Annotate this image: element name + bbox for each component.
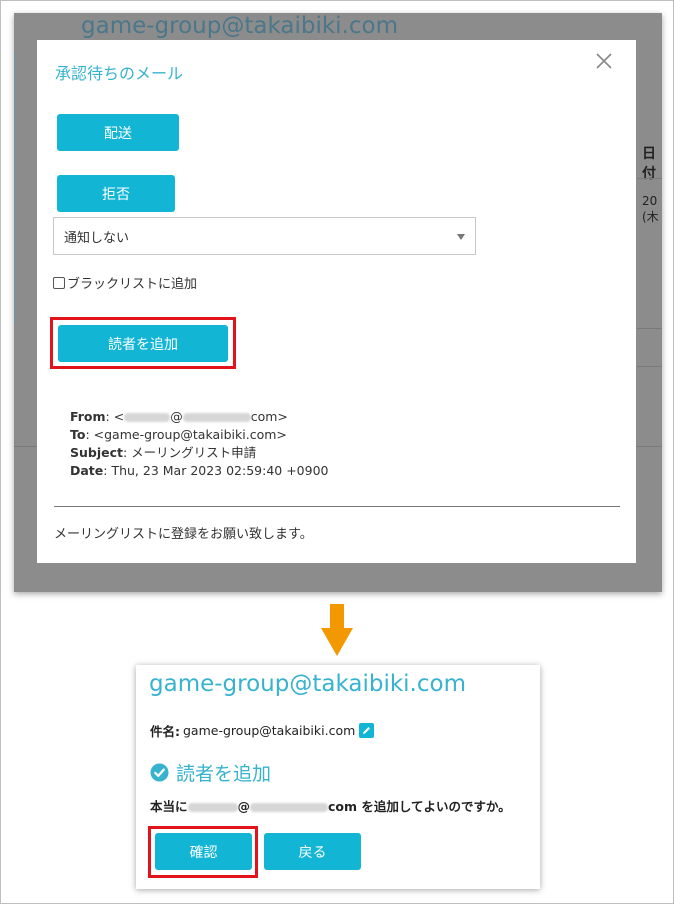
pending-mail-modal: 承認待ちのメール 配送 拒否 通知しない ブラックリストに追加 読者を追加 Fr… <box>37 40 636 563</box>
background-row-divider <box>14 446 37 447</box>
modal-title: 承認待ちのメール <box>55 64 184 83</box>
blacklist-checkbox[interactable] <box>53 276 65 289</box>
blacklist-label: ブラックリストに追加 <box>67 277 198 292</box>
approval-screenshot: game-group@takaibiki.com 日付 20 (木 承認待ちのメ… <box>14 13 662 592</box>
back-button[interactable]: 戻る <box>264 833 361 870</box>
confirm-screenshot: game-group@takaibiki.com 件名: game-group@… <box>136 665 540 889</box>
confirm-button[interactable]: 確認 <box>155 833 252 870</box>
divider <box>54 506 620 507</box>
subject-key: 件名: <box>150 724 180 739</box>
deliver-button[interactable]: 配送 <box>57 114 179 151</box>
add-reader-button[interactable]: 読者を追加 <box>58 325 228 362</box>
background-table-column: 日付 20 (木 <box>642 143 662 224</box>
pencil-icon[interactable] <box>359 723 375 738</box>
section-heading: 読者を追加 <box>150 759 271 786</box>
redacted-text <box>187 803 238 812</box>
redacted-text <box>250 803 329 812</box>
background-panel-edge <box>14 53 15 325</box>
close-icon[interactable] <box>595 52 613 70</box>
mail-from-row: From: < @ com> <box>70 409 288 424</box>
background-row-divider <box>637 328 662 329</box>
background-list-title: game-group@takaibiki.com <box>81 13 398 39</box>
check-circle-icon <box>150 763 169 782</box>
mail-body: メーリングリストに登録をお願い致します。 <box>54 527 313 542</box>
background-column-value: 20 (木 <box>642 194 659 224</box>
notify-select[interactable]: 通知しない <box>53 217 476 255</box>
reject-button[interactable]: 拒否 <box>57 175 175 212</box>
notify-select-value: 通知しない <box>64 230 130 246</box>
background-row-divider <box>637 366 662 367</box>
chevron-down-icon <box>457 234 465 240</box>
redacted-text <box>182 413 251 422</box>
arrow-down-icon <box>321 604 353 656</box>
subject-row: 件名: game-group@takaibiki.com <box>150 721 375 740</box>
mail-to-row: To: <game-group@takaibiki.com> <box>70 427 287 442</box>
background-column-header: 日付 <box>642 146 656 182</box>
list-title: game-group@takaibiki.com <box>149 671 466 697</box>
confirm-question: 本当に @ com を追加してよいのですか。 <box>150 799 511 814</box>
mail-date-row: Date: Thu, 23 Mar 2023 02:59:40 +0900 <box>70 463 329 478</box>
mail-headers: From: < @ com> To: <game-group@takaibiki.c… <box>70 408 329 480</box>
background-row-divider <box>636 446 662 447</box>
redacted-text <box>124 413 171 422</box>
blacklist-option: ブラックリストに追加 <box>53 273 197 292</box>
section-heading-label: 読者を追加 <box>176 763 272 785</box>
background-row-divider <box>637 178 662 179</box>
mail-subject-row: Subject: メーリングリスト申請 <box>70 445 257 460</box>
subject-value: game-group@takaibiki.com <box>183 723 356 738</box>
